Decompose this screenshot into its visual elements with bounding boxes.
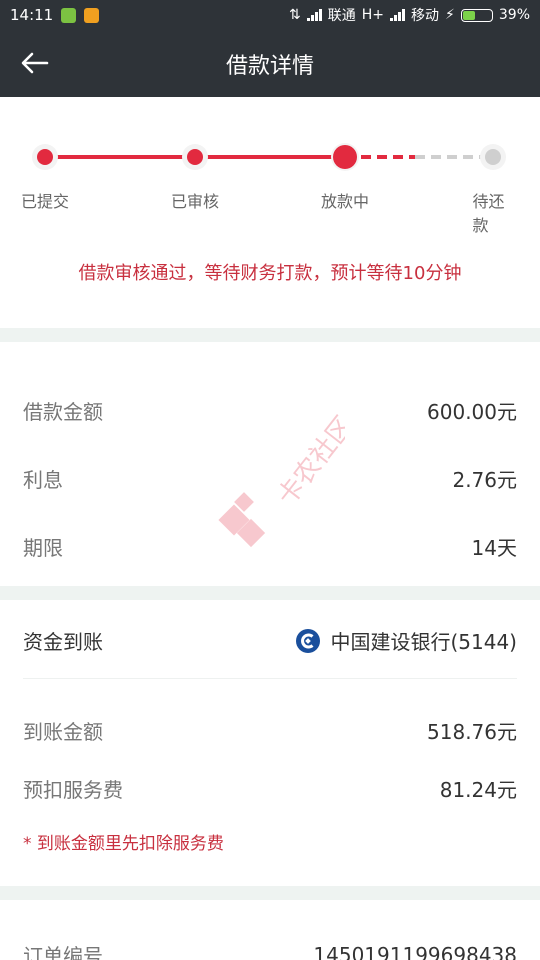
signal-icon [306, 9, 322, 21]
section-divider [0, 586, 540, 600]
ccb-bank-icon [296, 628, 321, 653]
app-notification-icon [61, 7, 77, 23]
section-divider [0, 328, 540, 342]
bank-info: 中国建设银行(5144) [296, 626, 517, 655]
loan-summary: 借款金额 600.00元 利息 2.76元 期限 14天 [0, 342, 540, 586]
step-dot-submitted [37, 149, 53, 165]
row-label: 预扣服务费 [23, 777, 123, 802]
loan-progress: 已提交 已审核 放款中 待还款 借款审核通过，等待财务打款，预计等待10分钟 [0, 97, 540, 328]
term-row: 期限 14天 [0, 512, 540, 580]
step-label-reviewed: 已审核 [170, 192, 220, 211]
row-value: 14天 [471, 535, 517, 560]
step-dot-current [333, 145, 357, 169]
step-label-disbursing: 放款中 [320, 192, 370, 211]
back-arrow-icon[interactable] [18, 48, 52, 78]
funds-title: 资金到账 [23, 630, 103, 654]
order-label: 订单编号 [23, 944, 103, 960]
app-notification-icon [84, 7, 100, 23]
signal-icon [390, 9, 406, 21]
bank-name: 中国建设银行(5144) [330, 630, 517, 654]
loan-amount-row: 借款金额 600.00元 [0, 376, 540, 444]
section-divider [0, 886, 540, 900]
step-label-submitted: 已提交 [20, 192, 70, 211]
interest-row: 利息 2.76元 [0, 444, 540, 512]
status-time: 14:11 [10, 6, 54, 24]
data-transfer-icon: ⇅ [289, 7, 301, 23]
order-number[interactable]: 1450191199698438 [313, 943, 517, 960]
row-label: 利息 [23, 467, 63, 492]
step-dot-reviewed [187, 149, 203, 165]
row-value: 81.24元 [439, 777, 517, 802]
received-amount-row: 到账金额 518.76元 [0, 701, 540, 759]
battery-icon [460, 8, 493, 22]
row-label: 期限 [23, 535, 63, 560]
funds-header: 资金到账 中国建设银行(5144) [0, 600, 540, 678]
status-notice: 借款审核通过，等待财务打款，预计等待10分钟 [78, 263, 462, 284]
row-value: 600.00元 [427, 399, 517, 424]
order-section: 订单编号 1450191199698438 [0, 900, 540, 960]
fee-footnote: * 到账金额里先扣除服务费 [23, 834, 224, 854]
order-number-row: 订单编号 1450191199698438 [0, 940, 540, 960]
step-dot-pending [485, 149, 501, 165]
charging-icon: ⚡ [445, 7, 455, 23]
row-value: 2.76元 [452, 467, 517, 492]
carrier-2: 移动 [411, 8, 440, 24]
service-fee-row: 预扣服务费 81.24元 [0, 759, 540, 817]
header: 借款详情 [0, 30, 540, 97]
row-label: 借款金额 [23, 399, 103, 424]
page-title: 借款详情 [225, 53, 314, 79]
divider [23, 678, 517, 679]
step-label-repayment: 待还款 [472, 192, 505, 235]
network-type: H+ [361, 7, 385, 23]
funds-section: 资金到账 中国建设银行(5144) 到账金额 518.76元 预扣服务费 81.… [0, 600, 540, 886]
battery-percent: 39% [498, 7, 530, 23]
row-value: 518.76元 [427, 719, 517, 744]
carrier-1: 联通 [327, 8, 356, 24]
status-bar: 14:11 ⇅ 联通 H+ 移动 ⚡ 39% [0, 0, 540, 30]
progress-track [32, 143, 506, 171]
row-label: 到账金额 [23, 719, 103, 744]
